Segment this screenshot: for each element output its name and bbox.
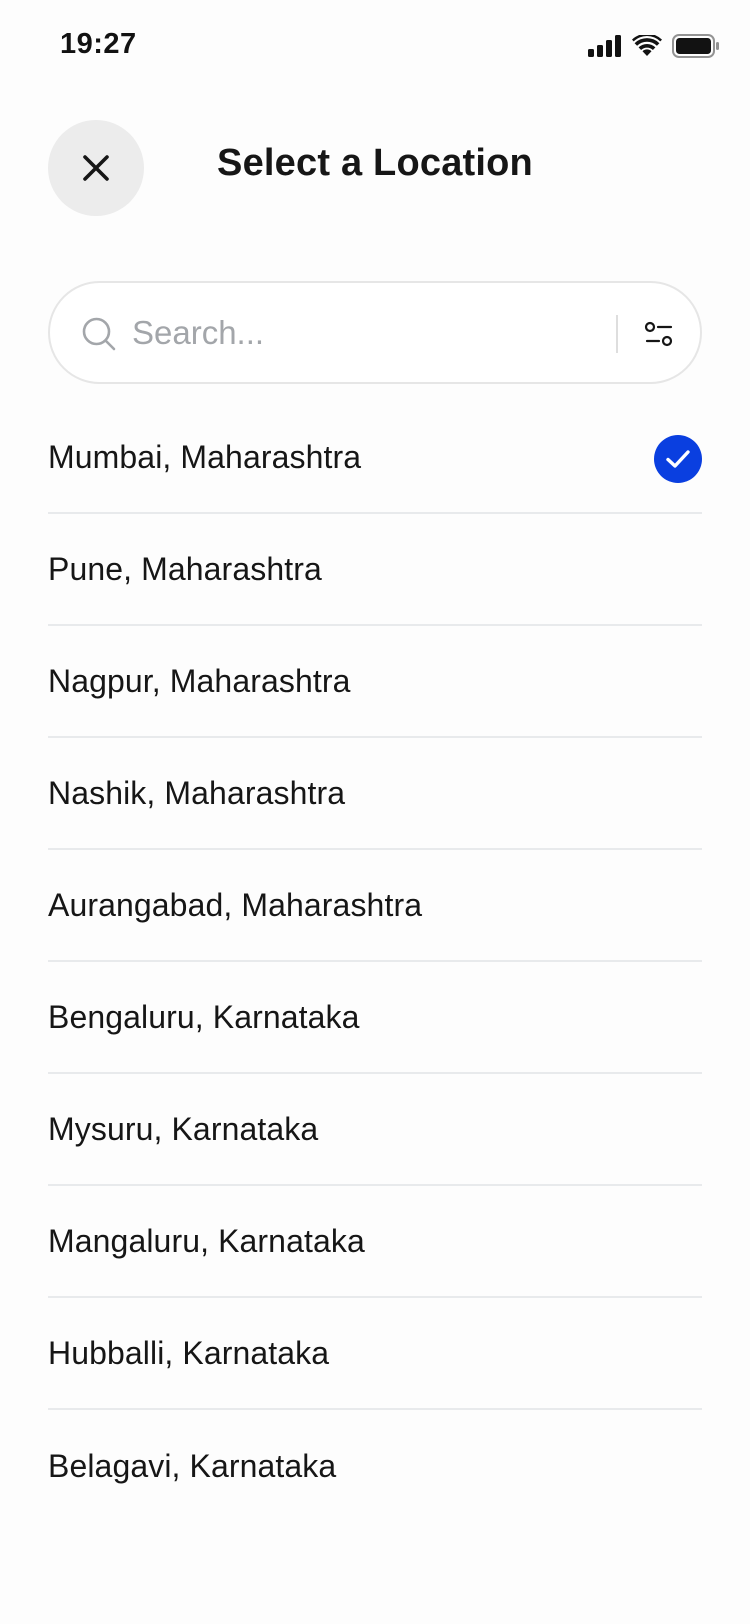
selected-check-icon [654,435,702,483]
location-label: Bengaluru, Karnataka [48,998,360,1035]
location-item-pune[interactable]: Pune, Maharashtra [48,514,702,626]
location-label: Belagavi, Karnataka [48,1447,337,1484]
filter-icon [644,321,673,347]
location-picker-screen: 19:27 Select a Location Search... Mumbai… [0,0,750,1624]
location-list: Mumbai, Maharashtra Pune, Maharashtra Na… [48,402,702,1522]
location-label: Hubballi, Karnataka [48,1334,330,1371]
search-input[interactable] [132,305,602,361]
status-time: 19:27 [60,28,137,60]
filter-button[interactable] [634,309,684,359]
location-label: Mangaluru, Karnataka [48,1222,365,1259]
location-item-bengaluru[interactable]: Bengaluru, Karnataka [48,962,702,1074]
location-item-belagavi[interactable]: Belagavi, Karnataka [48,1410,702,1522]
location-item-nagpur[interactable]: Nagpur, Maharashtra [48,626,702,738]
location-item-aurangabad[interactable]: Aurangabad, Maharashtra [48,850,702,962]
search-divider [616,315,618,353]
location-item-hubballi[interactable]: Hubballi, Karnataka [48,1298,702,1410]
wifi-icon [632,35,662,56]
status-bar: 19:27 [0,0,750,90]
page-title: Select a Location [217,142,533,184]
location-item-mysuru[interactable]: Mysuru, Karnataka [48,1074,702,1186]
cellular-signal-icon [588,35,621,57]
location-item-nashik[interactable]: Nashik, Maharashtra [48,738,702,850]
location-label: Mumbai, Maharashtra [48,438,362,475]
location-label: Pune, Maharashtra [48,550,322,587]
location-item-mumbai[interactable]: Mumbai, Maharashtra [48,402,702,514]
search-icon [82,317,116,351]
location-label: Mysuru, Karnataka [48,1110,319,1147]
battery-icon [672,34,719,58]
location-item-mangaluru[interactable]: Mangaluru, Karnataka [48,1186,702,1298]
search-bar[interactable] [48,281,702,384]
location-label: Nashik, Maharashtra [48,774,346,811]
location-label: Nagpur, Maharashtra [48,662,351,699]
status-icons [588,32,720,60]
location-label: Aurangabad, Maharashtra [48,886,423,923]
